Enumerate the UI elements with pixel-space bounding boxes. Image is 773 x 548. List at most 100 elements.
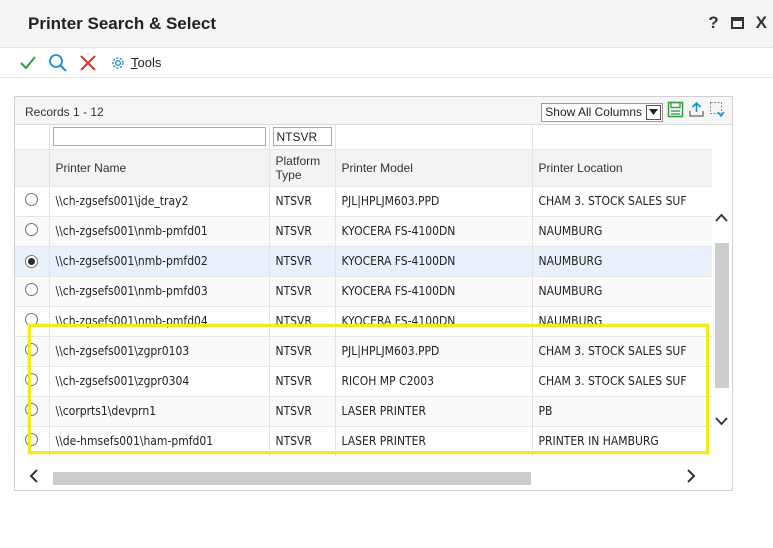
scroll-down-icon[interactable] [715,413,728,429]
cell-printer-model[interactable]: KYOCERA FS-4100DN [335,276,533,307]
cell-platform-type[interactable]: NTSVR [269,246,336,277]
row-radio-button[interactable] [25,193,38,206]
row-radio-button[interactable] [25,313,38,326]
cell-printer-location[interactable]: CHAM 3. STOCK SALES SUF [532,366,712,397]
cell-printer-name[interactable]: \\ch-zgsefs001\jde_tray2 [49,186,270,217]
cell-printer-model[interactable]: LASER PRINTER [335,396,533,427]
chevron-down-icon [646,104,661,120]
show-columns-select[interactable]: Show All Columns [541,102,663,122]
table-row[interactable]: \\ch-zgsefs001\nmb-pmfd02 NTSVR KYOCERA FS… [15,246,712,277]
row-radio-button[interactable] [25,343,38,356]
cell-printer-name[interactable]: \\ch-zgsefs001\zgpr0103 [49,336,270,367]
cell-printer-location[interactable]: CHAM 3. STOCK SALES SUF [532,186,712,217]
cell-platform-type[interactable]: NTSVR [269,336,336,367]
cell-platform-type[interactable]: NTSVR [269,426,336,456]
cell-printer-model[interactable]: LASER PRINTER [335,426,533,456]
row-radio-button[interactable] [25,255,38,268]
cell-printer-model[interactable]: KYOCERA FS-4100DN [335,216,533,247]
toolbar: Tools [0,48,773,78]
tools-menu-button[interactable]: Tools [110,55,161,71]
cell-printer-name[interactable]: \\ch-zgsefs001\zgpr0304 [49,366,270,397]
row-select-cell [15,186,50,217]
cell-platform-type[interactable]: NTSVR [269,276,336,307]
grid-tools: Show All Columns [541,101,726,123]
qbe-cell-platform [269,125,336,150]
grid-options-button[interactable] [709,101,726,123]
cell-printer-name[interactable]: \\ch-zgsefs001\nmb-pmfd01 [49,216,270,247]
select-button[interactable] [14,50,42,76]
row-radio-button[interactable] [25,403,38,416]
table-row[interactable]: \\corprts1\devprn1 NTSVR LASER PRINTER PB [15,396,712,427]
cancel-button[interactable] [74,50,102,76]
dialog-titlebar: Printer Search & Select ? X [0,0,773,48]
row-select-cell [15,216,50,247]
printer-grid-panel: Records 1 - 12 Show All Columns NTSVR Pr… [14,96,733,491]
cell-printer-name[interactable]: \\ch-zgsefs001\nmb-pmfd03 [49,276,270,307]
qbe-platform-type-input[interactable] [272,127,332,147]
table-row[interactable]: \\ch-zgsefs001\nmb-pmfd04 NTSVR KYOCERA FS… [15,306,712,337]
row-select-cell [15,336,50,367]
cell-printer-name[interactable]: \\ch-zgsefs001\nmb-pmfd04 [49,306,270,337]
cell-printer-location[interactable]: CHAM 3. STOCK SALES SUF [532,336,712,367]
row-radio-button[interactable] [25,433,38,446]
find-button[interactable] [44,50,72,76]
cell-platform-type[interactable]: NTSVR [269,216,336,247]
cell-platform-type[interactable]: NTSVR [269,396,336,427]
cell-printer-model[interactable]: PJL|HPLJM603.PPD [335,336,533,367]
cell-printer-location[interactable]: PRINTER IN HAMBURG [532,426,712,456]
table-row[interactable]: \\ch-zgsefs001\zgpr0103 NTSVR PJL|HPLJM603… [15,336,712,367]
search-icon [49,53,67,72]
close-button[interactable]: X [756,13,767,33]
cell-platform-type[interactable]: NTSVR [269,306,336,337]
qbe-cell-model [335,125,533,150]
maximize-button[interactable] [730,17,744,29]
cell-printer-location[interactable]: NAUMBURG [532,216,712,247]
qbe-cell-name [49,125,270,150]
qbe-cell-location [532,125,712,150]
horizontal-scroll-thumb[interactable] [53,472,531,485]
save-grid-button[interactable] [667,101,684,123]
cell-printer-model[interactable]: KYOCERA FS-4100DN [335,246,533,277]
cell-printer-model[interactable]: PJL|HPLJM603.PPD [335,186,533,217]
qbe-row [15,125,712,150]
qbe-printer-name-input[interactable] [52,127,266,147]
cell-printer-location[interactable]: PB [532,396,712,427]
tools-label: Tools [131,55,162,70]
records-count: Records 1 - 12 [25,105,104,119]
horizontal-scrollbar[interactable] [15,469,712,487]
cell-printer-name[interactable]: \\ch-zgsefs001\nmb-pmfd02 [49,246,270,277]
row-radio-button[interactable] [25,283,38,296]
row-select-cell [15,426,50,456]
row-select-cell [15,246,50,277]
vertical-scrollbar[interactable] [712,207,732,456]
header-printer-name[interactable]: Printer Name [49,149,270,187]
table-row[interactable]: \\ch-zgsefs001\jde_tray2 NTSVR PJL|HPLJM60… [15,186,712,217]
cell-platform-type[interactable]: NTSVR [269,186,336,217]
scroll-right-icon[interactable] [686,468,696,489]
cell-printer-model[interactable]: RICOH MP C2003 [335,366,533,397]
table-row[interactable]: \\ch-zgsefs001\zgpr0304 NTSVR RICOH MP C20… [15,366,712,397]
header-printer-model[interactable]: Printer Model [335,149,533,187]
scroll-up-icon[interactable] [715,209,728,225]
export-button[interactable] [688,101,705,123]
grid-header-row: Printer Name Platform Type Printer Model… [15,149,712,187]
cell-printer-location[interactable]: NAUMBURG [532,276,712,307]
cell-printer-name[interactable]: \\corprts1\devprn1 [49,396,270,427]
cell-printer-name[interactable]: \\de-hmsefs001\ham-pmfd01 [49,426,270,456]
header-printer-location[interactable]: Printer Location [532,149,712,187]
scroll-left-icon[interactable] [29,468,39,489]
header-platform-type[interactable]: Platform Type [269,149,336,187]
row-radio-button[interactable] [25,373,38,386]
close-icon [80,54,96,71]
grid-header-bar: Records 1 - 12 Show All Columns [15,97,732,125]
table-row[interactable]: \\ch-zgsefs001\nmb-pmfd01 NTSVR KYOCERA FS… [15,216,712,247]
table-row[interactable]: \\ch-zgsefs001\nmb-pmfd03 NTSVR KYOCERA FS… [15,276,712,307]
vertical-scroll-thumb[interactable] [715,243,729,388]
cell-printer-location[interactable]: NAUMBURG [532,306,712,337]
cell-platform-type[interactable]: NTSVR [269,366,336,397]
table-row[interactable]: \\de-hmsefs001\ham-pmfd01 NTSVR LASER PRIN… [15,426,712,456]
cell-printer-location[interactable]: NAUMBURG [532,246,712,277]
row-radio-button[interactable] [25,223,38,236]
cell-printer-model[interactable]: KYOCERA FS-4100DN [335,306,533,337]
help-button[interactable]: ? [708,13,718,33]
